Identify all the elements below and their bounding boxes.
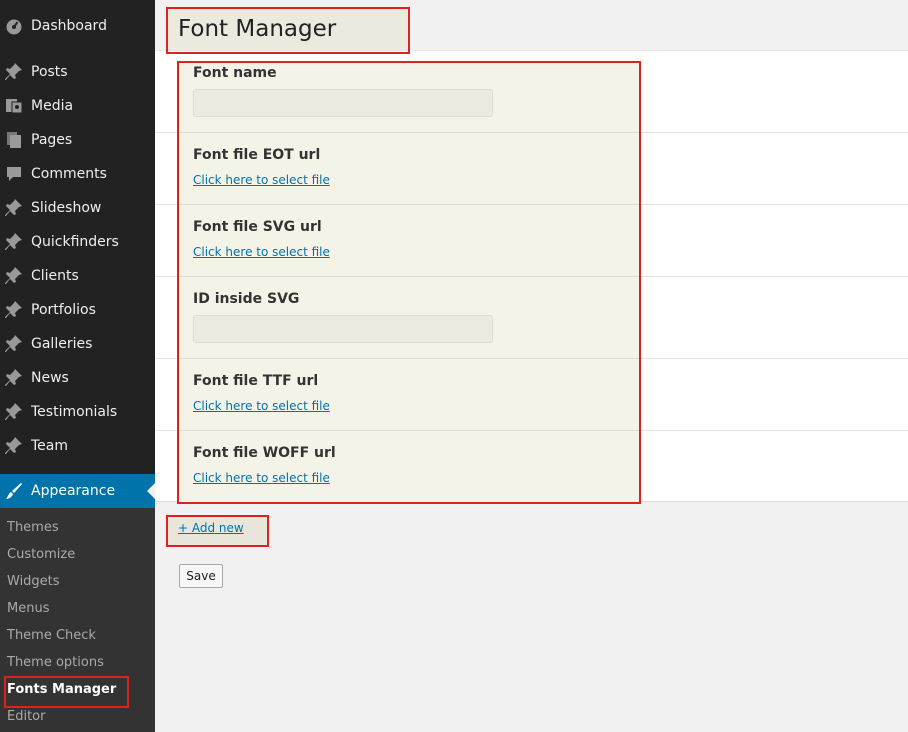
menu-label: News xyxy=(31,370,69,386)
ttf-url-label: Font file TTF url xyxy=(193,373,319,389)
menu-label: Quickfinders xyxy=(31,234,119,250)
menu-item-posts[interactable]: Posts xyxy=(0,55,155,89)
svg-url-label: Font file SVG url xyxy=(193,219,322,235)
submenu-item-themes[interactable]: Themes xyxy=(7,520,59,535)
woff-url-label: Font file WOFF url xyxy=(193,445,336,461)
menu-label: Testimonials xyxy=(31,404,118,420)
pages-icon xyxy=(4,130,24,150)
pin-icon xyxy=(4,402,24,422)
svg-id-label: ID inside SVG xyxy=(193,291,300,307)
menu-item-comments[interactable]: Comments xyxy=(0,157,155,191)
font-name-input[interactable] xyxy=(193,89,493,117)
menu-label: Slideshow xyxy=(31,200,102,216)
menu-item-quickfinders[interactable]: Quickfinders xyxy=(0,225,155,259)
pin-icon xyxy=(4,62,24,82)
menu-label: Team xyxy=(31,438,69,454)
field-divider xyxy=(178,358,640,359)
woff-select-file-link[interactable]: Click here to select file xyxy=(193,471,330,485)
eot-url-label: Font file EOT url xyxy=(193,147,321,163)
current-menu-arrow xyxy=(147,483,155,499)
submenu-item-editor[interactable]: Editor xyxy=(7,709,45,724)
dashboard-icon xyxy=(4,16,24,36)
page-title: Font Manager xyxy=(178,16,337,42)
menu-item-media[interactable]: Media xyxy=(0,89,155,123)
submenu-item-theme-check[interactable]: Theme Check xyxy=(7,628,96,643)
field-divider xyxy=(178,276,640,277)
menu-label: Comments xyxy=(31,166,107,182)
eot-select-file-link[interactable]: Click here to select file xyxy=(193,173,330,187)
menu-item-team[interactable]: Team xyxy=(0,429,155,463)
menu-label: Dashboard xyxy=(31,18,107,34)
menu-label: Media xyxy=(31,98,74,114)
menu-item-appearance[interactable]: Appearance xyxy=(0,474,155,508)
menu-label: Galleries xyxy=(31,336,93,352)
submenu-item-menus[interactable]: Menus xyxy=(7,601,49,616)
menu-item-slideshow[interactable]: Slideshow xyxy=(0,191,155,225)
menu-item-news[interactable]: News xyxy=(0,361,155,395)
font-fields-panel xyxy=(178,62,640,503)
pin-icon xyxy=(4,436,24,456)
svg-select-file-link[interactable]: Click here to select file xyxy=(193,245,330,259)
save-button[interactable]: Save xyxy=(179,564,223,588)
submenu-item-widgets[interactable]: Widgets xyxy=(7,574,60,589)
menu-label: Posts xyxy=(31,64,68,80)
menu-label: Portfolios xyxy=(31,302,96,318)
media-icon xyxy=(4,96,24,116)
field-divider xyxy=(178,204,640,205)
field-divider xyxy=(178,132,640,133)
admin-sidebar: Dashboard Posts Media Pages Comments Sli… xyxy=(0,0,155,732)
menu-item-testimonials[interactable]: Testimonials xyxy=(0,395,155,429)
svg-id-input[interactable] xyxy=(193,315,493,343)
menu-label: Pages xyxy=(31,132,73,148)
submenu-item-customize[interactable]: Customize xyxy=(7,547,75,562)
menu-item-dashboard[interactable]: Dashboard xyxy=(0,9,155,43)
submenu-item-fonts-manager[interactable]: Fonts Manager xyxy=(7,682,116,697)
ttf-select-file-link[interactable]: Click here to select file xyxy=(193,399,330,413)
pin-icon xyxy=(4,334,24,354)
menu-item-galleries[interactable]: Galleries xyxy=(0,327,155,361)
menu-label: Appearance xyxy=(31,483,116,499)
pin-icon xyxy=(4,232,24,252)
pin-icon xyxy=(4,266,24,286)
submenu-item-theme-options[interactable]: Theme options xyxy=(7,655,104,670)
brush-icon xyxy=(4,481,24,501)
comment-icon xyxy=(4,164,24,184)
menu-item-pages[interactable]: Pages xyxy=(0,123,155,157)
menu-item-portfolios[interactable]: Portfolios xyxy=(0,293,155,327)
field-divider xyxy=(178,430,640,431)
pin-icon xyxy=(4,198,24,218)
font-name-label: Font name xyxy=(193,65,277,81)
add-new-link[interactable]: + Add new xyxy=(178,521,244,535)
appearance-submenu: Themes Customize Widgets Menus Theme Che… xyxy=(0,508,155,732)
menu-item-clients[interactable]: Clients xyxy=(0,259,155,293)
pin-icon xyxy=(4,368,24,388)
pin-icon xyxy=(4,300,24,320)
menu-label: Clients xyxy=(31,268,79,284)
